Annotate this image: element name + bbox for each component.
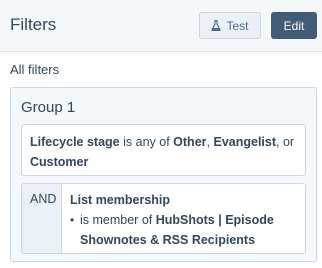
edit-button[interactable]: Edit	[271, 12, 317, 39]
filter-connector: is member of	[80, 213, 153, 227]
filter-body: List membership • is member of HubShots …	[70, 191, 302, 250]
all-filters-heading: All filters	[10, 62, 60, 77]
filter-condition-text: is member of HubShots | Episode Shownote…	[80, 210, 302, 250]
filter-property: Lifecycle stage	[30, 135, 120, 149]
filter-card-lifecycle[interactable]: Lifecycle stage is any of Other, Evangel…	[21, 124, 306, 176]
test-button-label: Test	[226, 18, 249, 33]
filter-separator: , or	[276, 135, 295, 149]
and-label: AND	[30, 192, 57, 206]
filter-separator: ,	[206, 135, 210, 149]
filter-group: Group 1 Lifecycle stage is any of Other,…	[10, 87, 317, 262]
panel-header: Filters Test Edit	[0, 0, 322, 52]
bullet-icon: •	[70, 213, 75, 227]
filter-connector: is any of	[123, 135, 170, 149]
filter-value: Customer	[30, 155, 89, 169]
flask-icon	[211, 19, 222, 32]
filter-property: List membership	[70, 193, 171, 207]
test-button[interactable]: Test	[199, 12, 261, 39]
and-operator: AND	[22, 184, 62, 253]
filter-value: Evangelist	[213, 135, 277, 149]
panel-title: Filters	[10, 15, 57, 34]
filter-condition: • is member of HubShots | Episode Showno…	[70, 210, 302, 250]
filter-card-list-membership[interactable]: AND List membership • is member of HubSh…	[21, 183, 306, 254]
filter-value: Other	[173, 135, 207, 149]
group-title: Group 1	[21, 99, 76, 116]
